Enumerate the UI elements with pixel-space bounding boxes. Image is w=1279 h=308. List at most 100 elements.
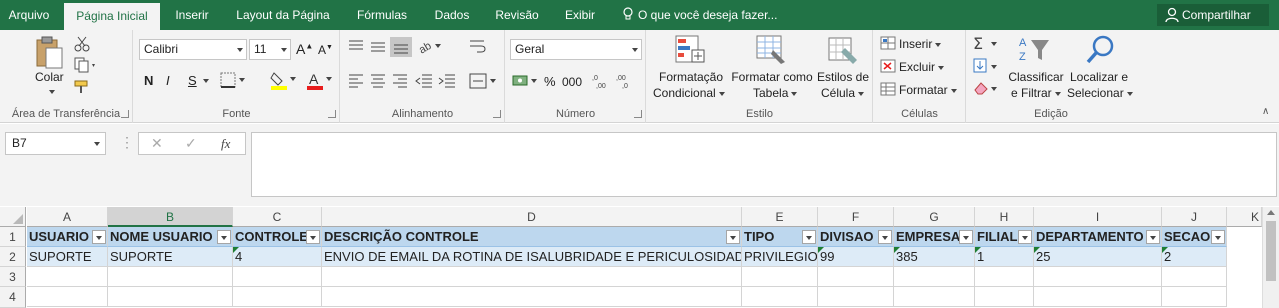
find-select-icon[interactable] — [1085, 34, 1115, 66]
empty-cell[interactable] — [233, 287, 322, 307]
empty-cell[interactable] — [975, 267, 1034, 287]
copy-icon[interactable] — [74, 57, 98, 73]
empty-cell[interactable] — [1162, 267, 1227, 287]
decrease-decimal-icon[interactable]: ,00,0 — [616, 73, 636, 89]
insert-function-button[interactable]: fx — [221, 136, 230, 152]
filter-dropdown-icon[interactable] — [306, 230, 320, 244]
tab-revisao[interactable]: Revisão — [486, 0, 548, 30]
format-cells-button[interactable]: Formatar — [880, 82, 957, 97]
align-middle-icon[interactable] — [370, 40, 386, 54]
font-launcher-icon[interactable] — [328, 110, 336, 118]
formula-input[interactable] — [251, 132, 1277, 197]
cell-styles-button[interactable]: Célula — [821, 86, 865, 100]
tab-dados[interactable]: Dados — [424, 0, 480, 30]
autosum-icon[interactable]: Σ — [973, 35, 999, 51]
empty-cell[interactable] — [818, 267, 894, 287]
format-as-table-label-1[interactable]: Formatar como — [729, 70, 815, 84]
format-as-table-button[interactable]: Tabela — [753, 86, 798, 100]
number-launcher-icon[interactable] — [634, 110, 642, 118]
empty-cell[interactable] — [27, 287, 108, 307]
empty-cell[interactable] — [742, 267, 818, 287]
table-header-tipo[interactable]: TIPO — [742, 227, 818, 247]
empty-cell[interactable] — [818, 287, 894, 307]
paste-dropdown-icon[interactable] — [49, 90, 55, 94]
table-cell[interactable]: SUPORTE — [108, 247, 233, 267]
filter-dropdown-icon[interactable] — [217, 230, 231, 244]
clipboard-launcher-icon[interactable] — [121, 110, 129, 118]
empty-cell[interactable] — [322, 267, 742, 287]
sort-filter-icon[interactable]: AZ — [1017, 34, 1051, 66]
enter-icon[interactable]: ✓ — [185, 135, 197, 152]
table-cell[interactable]: 385 — [894, 247, 975, 267]
fill-color-icon[interactable] — [270, 70, 296, 90]
paste-label[interactable]: Colar — [35, 70, 64, 84]
table-header-usuario[interactable]: USUARIO — [27, 227, 108, 247]
table-header-secao[interactable]: SECAO — [1162, 227, 1227, 247]
conditional-formatting-label-1[interactable]: Formatação — [653, 70, 729, 84]
conditional-formatting-button[interactable]: Condicional — [653, 86, 725, 100]
empty-cell[interactable] — [894, 287, 975, 307]
tab-pagina-inicial[interactable]: Página Inicial — [64, 3, 160, 30]
empty-cell[interactable] — [742, 287, 818, 307]
find-select-label-1[interactable]: Localizar e — [1067, 70, 1131, 84]
font-name-combo[interactable]: Calibri — [139, 39, 247, 60]
row-header-1[interactable]: 1 — [0, 227, 26, 247]
table-header-descricao-controle[interactable]: DESCRIÇÃO CONTROLE — [322, 227, 742, 247]
column-header-g[interactable]: G — [894, 207, 975, 227]
row-header-3[interactable]: 3 — [0, 267, 26, 287]
thousands-separator-button[interactable]: 000 — [562, 75, 582, 89]
table-cell[interactable]: 1 — [975, 247, 1034, 267]
row-header-2[interactable]: 2 — [0, 247, 26, 267]
table-cell[interactable]: 2 — [1162, 247, 1227, 267]
tab-arquivo[interactable]: Arquivo — [0, 0, 58, 30]
empty-cell[interactable] — [108, 267, 233, 287]
column-header-e[interactable]: E — [742, 207, 818, 227]
tell-me-search[interactable]: O que você deseja fazer... — [622, 0, 777, 30]
row-header-4[interactable]: 4 — [0, 287, 26, 308]
format-as-table-icon[interactable] — [755, 34, 787, 66]
font-size-combo[interactable]: 11 — [249, 39, 291, 60]
paste-icon[interactable] — [34, 36, 64, 70]
alignment-launcher-icon[interactable] — [493, 110, 501, 118]
filter-dropdown-icon[interactable] — [878, 230, 892, 244]
collapse-ribbon-icon[interactable]: ∧ — [1262, 106, 1269, 117]
table-cell[interactable]: ENVIO DE EMAIL DA ROTINA DE ISALUBRIDADE… — [322, 247, 742, 267]
increase-indent-icon[interactable] — [438, 74, 456, 88]
table-cell[interactable]: 99 — [818, 247, 894, 267]
underline-dropdown-icon[interactable] — [203, 79, 209, 83]
select-all-button[interactable] — [0, 207, 26, 227]
tab-formulas[interactable]: Fórmulas — [346, 0, 418, 30]
cell-styles-icon[interactable] — [827, 34, 859, 66]
font-color-icon[interactable]: A — [306, 70, 332, 90]
filter-dropdown-icon[interactable] — [959, 230, 973, 244]
align-top-icon[interactable] — [348, 40, 364, 54]
table-cell[interactable]: 25 — [1034, 247, 1162, 267]
name-box-dropdown-icon[interactable] — [94, 142, 100, 146]
column-header-j[interactable]: J — [1162, 207, 1227, 227]
column-header-h[interactable]: H — [975, 207, 1034, 227]
decrease-font-icon[interactable]: A▼ — [318, 43, 333, 57]
filter-dropdown-icon[interactable] — [1146, 230, 1160, 244]
underline-button[interactable]: S — [188, 73, 197, 88]
cancel-icon[interactable]: ✕ — [151, 135, 163, 152]
decrease-indent-icon[interactable] — [415, 74, 433, 88]
percent-button[interactable]: % — [544, 74, 556, 89]
filter-dropdown-icon[interactable] — [1211, 230, 1225, 244]
cut-icon[interactable] — [74, 36, 90, 52]
cell-styles-label-1[interactable]: Estilos de — [815, 70, 871, 84]
empty-cell[interactable] — [975, 287, 1034, 307]
filter-dropdown-icon[interactable] — [1018, 230, 1032, 244]
conditional-formatting-icon[interactable] — [674, 34, 706, 66]
column-header-i[interactable]: I — [1034, 207, 1162, 227]
empty-cell[interactable] — [1034, 287, 1162, 307]
align-bottom-icon[interactable] — [390, 37, 412, 57]
table-cell[interactable]: SUPORTE — [27, 247, 108, 267]
delete-cells-button[interactable]: Excluir — [880, 59, 945, 74]
table-header-departamento[interactable]: DEPARTAMENTO — [1034, 227, 1162, 247]
tab-exibir[interactable]: Exibir — [554, 0, 606, 30]
orientation-icon[interactable]: ab — [417, 38, 443, 54]
tab-layout-da-pagina[interactable]: Layout da Página — [226, 0, 340, 30]
empty-cell[interactable] — [894, 267, 975, 287]
column-header-b[interactable]: B — [108, 207, 233, 227]
increase-font-icon[interactable]: A▲ — [296, 41, 313, 57]
